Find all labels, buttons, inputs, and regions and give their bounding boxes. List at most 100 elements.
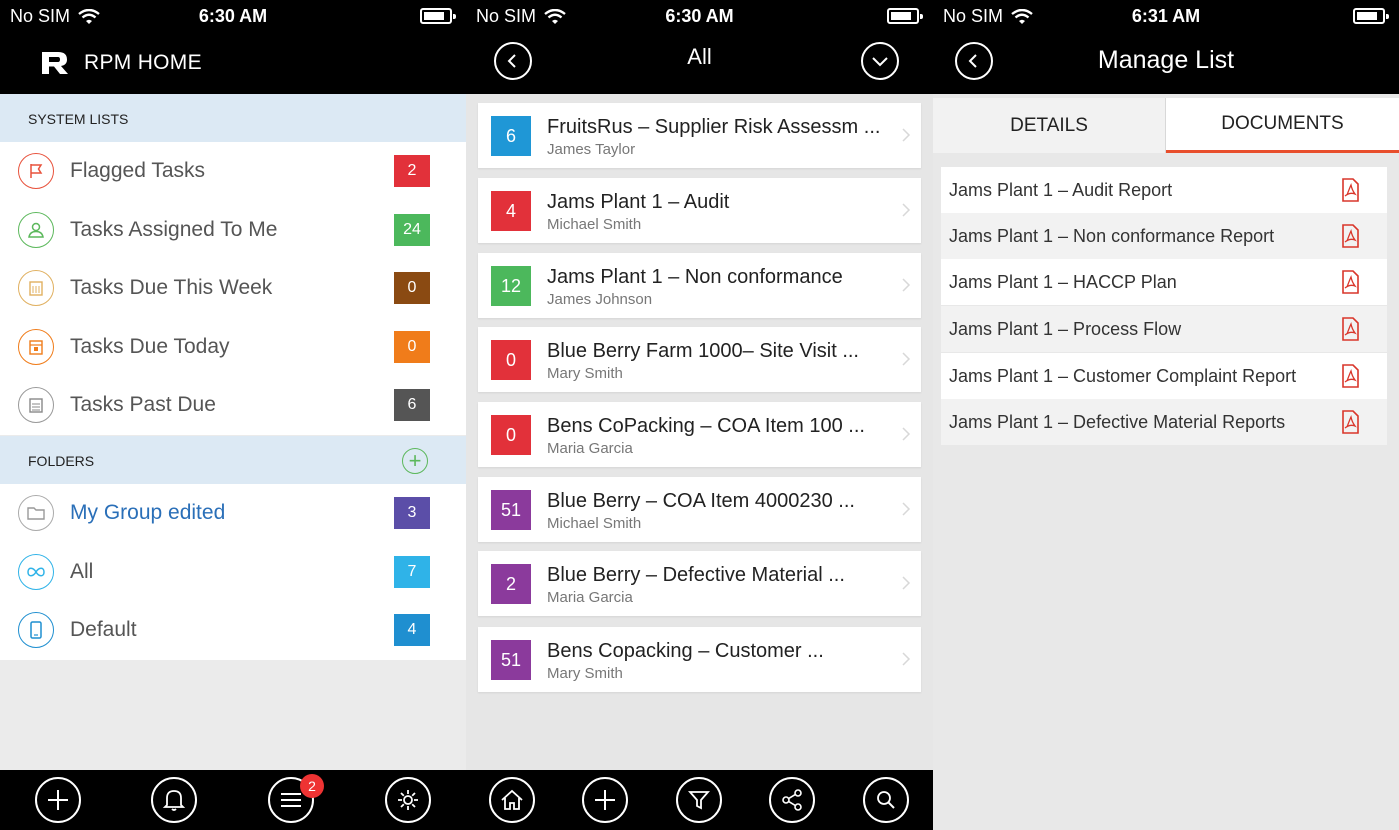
share-button[interactable] [769, 777, 815, 823]
all-tasks-screen: No SIM 6:30 AM All 6 FruitsRus – Supplie… [466, 0, 933, 830]
task-card[interactable]: 2 Blue Berry – Defective Material ... Ma… [478, 551, 921, 616]
pdf-file-icon[interactable] [1339, 316, 1361, 342]
search-button[interactable] [863, 777, 909, 823]
folder-item-default[interactable]: Default 4 [0, 601, 466, 660]
filter-button[interactable] [676, 777, 722, 823]
chevron-right-icon [902, 502, 911, 516]
sidebar-item-assigned-to-me[interactable]: Tasks Assigned To Me 24 [0, 201, 466, 260]
folder-item-all[interactable]: All 7 [0, 543, 466, 602]
document-name: Jams Plant 1 – Non conformance Report [949, 225, 1275, 246]
infinity-icon [18, 553, 54, 590]
document-name: Jams Plant 1 – Process Flow [949, 318, 1182, 339]
list-label: Tasks Due Today [70, 334, 230, 358]
chevron-right-icon [902, 427, 911, 441]
document-item[interactable]: Jams Plant 1 – Non conformance Report [941, 213, 1387, 259]
count-badge: 3 [394, 497, 430, 530]
user-icon [18, 211, 54, 248]
pdf-file-icon[interactable] [1339, 223, 1361, 249]
task-card[interactable]: 51 Bens Copacking – Customer ... Mary Sm… [478, 627, 921, 692]
task-title: Jams Plant 1 – Audit [547, 191, 730, 213]
task-count-badge: 51 [491, 640, 531, 680]
options-dropdown-button[interactable] [861, 42, 899, 80]
tab-details[interactable]: DETAILS [933, 98, 1165, 153]
task-card[interactable]: 0 Bens CoPacking – COA Item 100 ... Mari… [478, 402, 921, 467]
count-badge: 24 [394, 213, 430, 246]
document-item[interactable]: Jams Plant 1 – Defective Material Report… [941, 399, 1387, 445]
pdf-file-icon[interactable] [1339, 409, 1361, 435]
folder-label: My Group edited [70, 501, 226, 525]
home-icon [501, 789, 523, 810]
task-count-badge: 12 [491, 266, 531, 306]
document-item[interactable]: Jams Plant 1 – HACCP Plan [941, 259, 1387, 305]
task-card[interactable]: 6 FruitsRus – Supplier Risk Assessm ... … [478, 103, 921, 168]
task-assignee: Michael Smith [547, 216, 642, 233]
sidebar-item-flagged-tasks[interactable]: Flagged Tasks 2 [0, 142, 466, 201]
task-title: Jams Plant 1 – Non conformance [547, 266, 843, 288]
task-count-badge: 0 [491, 415, 531, 455]
settings-button[interactable] [385, 777, 431, 823]
task-assignee: James Johnson [547, 291, 653, 308]
battery-icon [887, 8, 923, 24]
battery-icon [420, 8, 456, 24]
sidebar-item-past-due[interactable]: Tasks Past Due 6 [0, 376, 466, 435]
tasks-menu-button[interactable]: 2 [268, 774, 324, 823]
plus-icon [48, 790, 68, 810]
flag-icon [18, 153, 54, 190]
chevron-right-icon [902, 278, 911, 292]
sidebar-item-due-this-week[interactable]: Tasks Due This Week 0 [0, 259, 466, 318]
tab-documents[interactable]: DOCUMENTS [1166, 98, 1399, 153]
notifications-button[interactable] [151, 777, 197, 823]
task-assignee: James Taylor [547, 141, 636, 158]
document-item[interactable]: Jams Plant 1 – Audit Report [941, 167, 1387, 213]
task-assignee: Maria Garcia [547, 440, 633, 457]
task-assignee: Michael Smith [547, 515, 642, 532]
chevron-right-icon [902, 203, 911, 217]
document-name: Jams Plant 1 – Customer Complaint Report [949, 365, 1297, 386]
task-count-badge: 4 [491, 191, 531, 231]
pdf-file-icon[interactable] [1339, 363, 1361, 389]
pdf-file-icon[interactable] [1339, 177, 1361, 203]
chevron-right-icon [902, 128, 911, 142]
folder-label: All [70, 559, 94, 583]
folder-icon [18, 495, 54, 532]
document-item[interactable]: Jams Plant 1 – Customer Complaint Report [941, 353, 1387, 399]
pdf-file-icon[interactable] [1339, 269, 1361, 295]
task-title: Bens Copacking – Customer ... [547, 640, 824, 662]
gear-icon [398, 790, 418, 810]
home-header: RPM HOME [0, 32, 466, 94]
add-button[interactable] [35, 777, 81, 823]
count-badge: 7 [394, 555, 430, 588]
task-count-badge: 0 [491, 340, 531, 380]
task-assignee: Mary Smith [547, 365, 623, 382]
document-name: Jams Plant 1 – Audit Report [949, 179, 1173, 200]
document-name: Jams Plant 1 – HACCP Plan [949, 271, 1177, 292]
system-lists-heading: SYSTEM LISTS [0, 94, 466, 142]
page-title: Manage List [1097, 46, 1235, 74]
home-button[interactable] [489, 777, 535, 823]
add-folder-button[interactable]: + [402, 448, 428, 474]
list-label: Tasks Assigned To Me [70, 217, 278, 241]
count-badge: 0 [394, 272, 430, 305]
app-title: RPM HOME [84, 51, 202, 74]
filter-icon [688, 791, 710, 810]
document-name: Jams Plant 1 – Defective Material Report… [949, 411, 1286, 432]
add-task-button[interactable] [582, 777, 628, 823]
folders-list: My Group edited 3 All 7 Default 4 [0, 484, 466, 660]
folder-item-my-group[interactable]: My Group edited 3 [0, 484, 466, 543]
chevron-right-icon [902, 352, 911, 366]
list-header: All [466, 32, 933, 94]
status-bar: No SIM 6:30 AM [466, 0, 933, 32]
home-screen: No SIM 6:30 AM RPM HOME SYSTEM LISTS Fla… [0, 0, 466, 830]
task-count-badge: 6 [491, 116, 531, 156]
task-card[interactable]: 0 Blue Berry Farm 1000– Site Visit ... M… [478, 327, 921, 392]
status-time: 6:31 AM [1131, 6, 1201, 26]
task-card[interactable]: 12 Jams Plant 1 – Non conformance James … [478, 253, 921, 318]
task-card[interactable]: 51 Blue Berry – COA Item 4000230 ... Mic… [478, 477, 921, 542]
task-card[interactable]: 4 Jams Plant 1 – Audit Michael Smith [478, 178, 921, 243]
document-item[interactable]: Jams Plant 1 – Process Flow [941, 306, 1387, 352]
sidebar-item-due-today[interactable]: Tasks Due Today 0 [0, 318, 466, 377]
task-title: Blue Berry – Defective Material ... [547, 564, 845, 586]
task-assignee: Maria Garcia [547, 589, 633, 606]
count-badge: 2 [394, 155, 430, 188]
tab-bar: DETAILS DOCUMENTS [933, 98, 1399, 153]
